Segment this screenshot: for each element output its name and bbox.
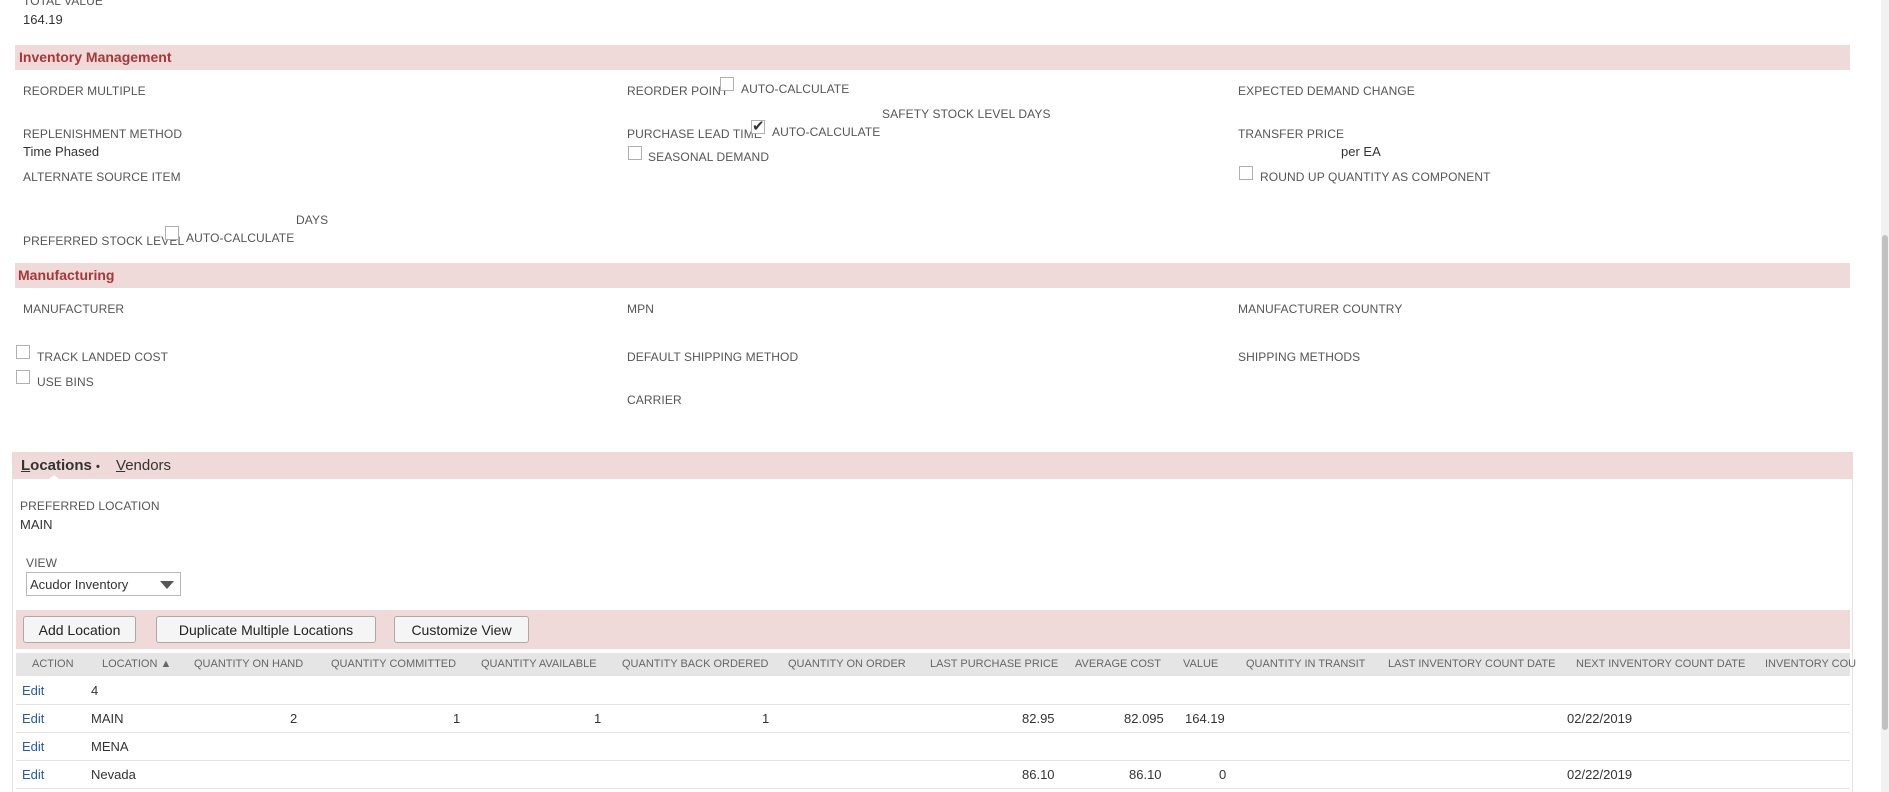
preferred-stock-auto-label: AUTO-CALCULATE [186, 231, 295, 245]
preferred-stock-auto-checkbox[interactable] [165, 226, 179, 240]
safety-stock-level-days-label: SAFETY STOCK LEVEL DAYS [882, 107, 1051, 121]
col-last-inventory-count-date[interactable]: LAST INVENTORY COUNT DATE [1388, 658, 1556, 670]
tab-vendors-accesskey: V [116, 457, 126, 474]
col-quantity-in-transit[interactable]: QUANTITY IN TRANSIT [1246, 658, 1365, 670]
use-bins-checkbox[interactable] [16, 370, 30, 384]
page-scrollbar-thumb[interactable] [1882, 235, 1888, 730]
tab-locations[interactable]: Locations • [21, 457, 100, 474]
row-location: 4 [91, 683, 99, 698]
row-location: MAIN [91, 711, 124, 726]
col-quantity-available[interactable]: QUANTITY AVAILABLE [481, 658, 597, 670]
table-row: Edit 4 [16, 676, 1850, 705]
row-next-count-date: 02/22/2019 [1567, 711, 1633, 726]
col-location[interactable]: LOCATION ▲ [102, 658, 171, 670]
row-edit-link[interactable]: Edit [22, 683, 44, 698]
chevron-down-icon [160, 581, 174, 589]
row-location: MENA [91, 739, 129, 754]
view-select-value: Acudor Inventory [30, 577, 129, 592]
replenishment-method-label: REPLENISHMENT METHOD [23, 127, 183, 141]
locations-table-header: ACTION LOCATION ▲ QUANTITY ON HAND QUANT… [16, 653, 1856, 676]
row-average-cost: 82.095 [1124, 711, 1164, 726]
col-average-cost[interactable]: AVERAGE COST [1075, 658, 1161, 670]
shipping-methods-label: SHIPPING METHODS [1238, 350, 1361, 364]
preferred-stock-level-label: PREFERRED STOCK LEVEL [23, 234, 185, 248]
inventory-management-header[interactable]: Inventory Management [15, 45, 1850, 70]
row-next-count-date: 02/22/2019 [1567, 767, 1633, 782]
row-last-purchase-price: 86.10 [1022, 767, 1055, 782]
carrier-label: CARRIER [627, 393, 682, 407]
row-quantity-on-hand: 2 [290, 711, 298, 726]
row-average-cost: 86.10 [1129, 767, 1162, 782]
reorder-point-auto-checkbox[interactable] [720, 77, 734, 91]
transfer-price-label: TRANSFER PRICE [1238, 127, 1345, 141]
manufacturing-title: Manufacturing [18, 267, 115, 283]
row-last-purchase-price: 82.95 [1022, 711, 1055, 726]
expected-demand-change-label: EXPECTED DEMAND CHANGE [1238, 84, 1415, 98]
round-up-quantity-label: ROUND UP QUANTITY AS COMPONENT [1260, 170, 1491, 184]
add-location-button[interactable]: Add Location [23, 616, 136, 643]
row-location: Nevada [91, 767, 136, 782]
row-value: 164.19 [1185, 711, 1225, 726]
row-quantity-available: 1 [594, 711, 602, 726]
alternate-source-item-label: ALTERNATE SOURCE ITEM [23, 170, 181, 184]
reorder-point-auto-label: AUTO-CALCULATE [741, 82, 850, 96]
mpn-label: MPN [627, 302, 654, 316]
total-value: 164.19 [23, 12, 63, 27]
table-row: Edit MAIN 2 1 1 1 82.95 82.095 164.19 02… [16, 704, 1850, 733]
manufacturing-header[interactable]: Manufacturing [15, 263, 1850, 288]
row-edit-link[interactable]: Edit [22, 767, 44, 782]
row-edit-link[interactable]: Edit [22, 739, 44, 754]
tab-locations-label: ocations [30, 457, 92, 474]
row-value: 0 [1219, 767, 1227, 782]
seasonal-demand-checkbox[interactable] [628, 146, 642, 160]
col-value[interactable]: VALUE [1183, 658, 1218, 670]
subtab-bar: Locations • Vendors [12, 452, 1853, 479]
manufacturer-label: MANUFACTURER [23, 302, 125, 316]
duplicate-multiple-locations-button[interactable]: Duplicate Multiple Locations [156, 616, 376, 643]
tab-locations-dot: • [96, 461, 100, 473]
inventory-management-title: Inventory Management [19, 49, 172, 65]
col-next-inventory-count-date[interactable]: NEXT INVENTORY COUNT DATE [1576, 658, 1745, 670]
manufacturer-country-label: MANUFACTURER COUNTRY [1238, 302, 1403, 316]
purchase-lead-time-auto-checkbox[interactable] [751, 117, 765, 135]
track-landed-cost-checkbox[interactable] [16, 345, 30, 359]
row-quantity-committed: 1 [453, 711, 461, 726]
purchase-lead-time-auto-label: AUTO-CALCULATE [772, 125, 881, 139]
replenishment-method-value: Time Phased [23, 144, 100, 159]
table-row: Edit MENA [16, 732, 1850, 761]
round-up-quantity-checkbox[interactable] [1239, 166, 1253, 180]
row-edit-link[interactable]: Edit [22, 711, 44, 726]
seasonal-demand-label: SEASONAL DEMAND [648, 150, 770, 164]
reorder-point-label: REORDER POINT [627, 84, 729, 98]
use-bins-label: USE BINS [37, 375, 94, 389]
preferred-location-label: PREFERRED LOCATION [20, 499, 160, 513]
tab-locations-accesskey: L [21, 457, 31, 474]
per-ea-unit: per EA [1341, 144, 1381, 159]
view-select[interactable]: Acudor Inventory [26, 572, 181, 596]
customize-view-button[interactable]: Customize View [394, 616, 529, 643]
tab-vendors-label: endors [125, 457, 172, 474]
col-action[interactable]: ACTION [32, 658, 74, 670]
col-last-purchase-price[interactable]: LAST PURCHASE PRICE [930, 658, 1058, 670]
view-label: VIEW [26, 556, 58, 570]
preferred-stock-days-label: DAYS [296, 213, 329, 227]
col-quantity-on-order[interactable]: QUANTITY ON ORDER [788, 658, 906, 670]
col-quantity-back-ordered[interactable]: QUANTITY BACK ORDERED [622, 658, 769, 670]
preferred-location-value: MAIN [20, 517, 53, 532]
row-quantity-back-ordered: 1 [762, 711, 770, 726]
table-row: Edit Nevada 86.10 86.10 0 02/22/2019 [16, 760, 1850, 789]
reorder-multiple-label: REORDER MULTIPLE [23, 84, 146, 98]
col-quantity-on-hand[interactable]: QUANTITY ON HAND [194, 658, 303, 670]
col-inventory-count-truncated[interactable]: INVENTORY COU [1765, 658, 1856, 670]
col-quantity-committed[interactable]: QUANTITY COMMITTED [331, 658, 456, 670]
purchase-lead-time-label: PURCHASE LEAD TIME [627, 127, 762, 141]
track-landed-cost-label: TRACK LANDED COST [37, 350, 169, 364]
total-value-label: TOTAL VALUE [23, 0, 104, 8]
tab-vendors[interactable]: Vendors [116, 457, 171, 474]
default-shipping-method-label: DEFAULT SHIPPING METHOD [627, 350, 799, 364]
